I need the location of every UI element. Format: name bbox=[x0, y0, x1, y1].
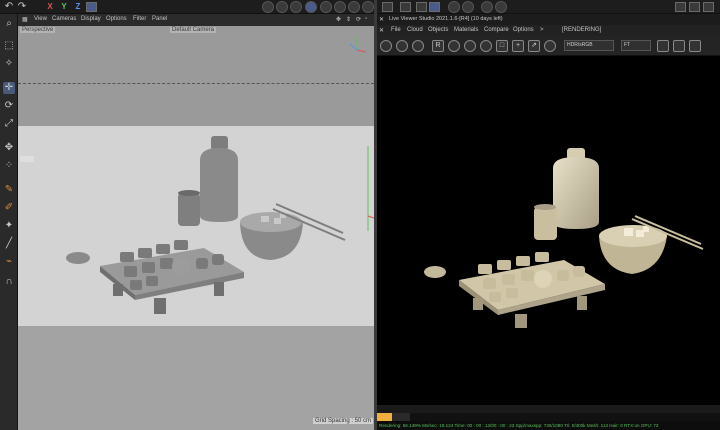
render-preview-thumbnail bbox=[392, 413, 410, 421]
move-view-icon[interactable]: ✥ bbox=[336, 16, 341, 23]
layout-extra-icon[interactable] bbox=[703, 2, 714, 12]
subdivision-icon[interactable] bbox=[348, 1, 360, 13]
render-progress-track bbox=[377, 413, 720, 421]
region-select-icon[interactable] bbox=[429, 2, 440, 12]
playback-icon[interactable] bbox=[462, 1, 474, 13]
select-icon[interactable]: ⬚ bbox=[3, 40, 15, 52]
live-viewer-title: Live Viewer Studio 2021.1.6-[R4] (10 day… bbox=[389, 16, 503, 22]
anchor-icon[interactable] bbox=[495, 1, 507, 13]
camera-icon[interactable] bbox=[657, 40, 669, 52]
lv-menu-materials[interactable]: Materials bbox=[454, 27, 478, 33]
undo-icon[interactable]: ↶ bbox=[3, 1, 15, 13]
crop-icon[interactable] bbox=[416, 2, 427, 12]
menu-view[interactable]: View bbox=[34, 16, 47, 22]
axis-z-toggle[interactable]: Z bbox=[72, 2, 84, 12]
export-icon[interactable]: ⇗ bbox=[528, 40, 540, 52]
live-viewer-titlebar: ✕ Live Viewer Studio 2021.1.6-[R4] (10 d… bbox=[377, 14, 720, 25]
top-toolbar: ↶ ↷ X Y Z bbox=[0, 0, 720, 14]
perspective-viewport[interactable]: Perspective Default Camera Grid Spacing … bbox=[18, 26, 374, 430]
rotate-tool-icon[interactable]: ⟳ bbox=[3, 100, 15, 112]
knife-tool-icon[interactable]: ⌁ bbox=[3, 256, 15, 268]
zoom-view-icon[interactable]: ⇕ bbox=[346, 16, 351, 23]
stop-icon[interactable] bbox=[481, 1, 493, 13]
color-space-select[interactable]: HDR/sRGB bbox=[564, 40, 614, 51]
cube-object-icon[interactable] bbox=[320, 1, 332, 13]
live-viewer-statusbar: Rendering: 56.149% Ms/sec: 18.124 Time: … bbox=[377, 405, 720, 430]
rendered-scene bbox=[424, 148, 704, 328]
pick-white-balance-icon[interactable]: □ bbox=[496, 40, 508, 52]
world-axis-icon bbox=[367, 146, 374, 231]
coordinate-system-icon[interactable] bbox=[86, 2, 97, 12]
lv-menu-options[interactable]: Options bbox=[513, 27, 534, 33]
left-tool-palette: ⌕ ⬚ ✧ ✛ ⟳ ⤢ ✥ ⁘ ✎ ✐ ✦ ╱ ⌁ ∩ bbox=[0, 14, 18, 430]
axis-y-toggle[interactable]: Y bbox=[58, 2, 70, 12]
render-settings-icon[interactable] bbox=[305, 1, 317, 13]
clear-render-icon[interactable] bbox=[380, 40, 392, 52]
menu-panel[interactable]: Panel bbox=[152, 16, 167, 22]
lv-menu-objects[interactable]: Objects bbox=[428, 27, 448, 33]
lv-menu-file[interactable]: File bbox=[391, 27, 401, 33]
menu-options[interactable]: Options bbox=[106, 16, 127, 22]
lv-menu-more[interactable]: > bbox=[540, 27, 544, 33]
layout-icon[interactable] bbox=[675, 2, 686, 12]
menu-filter[interactable]: Filter bbox=[133, 16, 146, 22]
record-icon[interactable] bbox=[448, 1, 460, 13]
render-region-icon[interactable] bbox=[262, 1, 274, 13]
viewport-layout-icon[interactable]: ▦ bbox=[22, 16, 28, 23]
brush-icon[interactable]: ╱ bbox=[3, 238, 15, 250]
render-stats: Rendering: 56.149% Ms/sec: 18.124 Time: … bbox=[377, 421, 720, 430]
snapshot-icon[interactable] bbox=[673, 40, 685, 52]
pick-focus-icon[interactable] bbox=[480, 40, 492, 52]
rotate-view-icon[interactable]: ⟳ bbox=[356, 16, 361, 23]
compare-icon[interactable] bbox=[689, 40, 701, 52]
live-viewer-menubar: ✕ File Cloud Objects Materials Compare O… bbox=[377, 25, 720, 36]
render-state-label: [RENDERING] bbox=[562, 27, 602, 33]
light-icon[interactable] bbox=[362, 1, 374, 13]
pick-material-icon[interactable] bbox=[448, 40, 460, 52]
spline-pen-icon[interactable]: ✎ bbox=[3, 184, 15, 196]
move-tool-icon[interactable]: ✛ bbox=[3, 82, 15, 94]
move-icon[interactable] bbox=[400, 2, 411, 12]
layout-alt-icon[interactable] bbox=[689, 2, 700, 12]
maximize-view-icon[interactable]: ▫ bbox=[365, 16, 367, 22]
lv-menu-compare[interactable]: Compare bbox=[484, 27, 509, 33]
live-viewer-toolbar: R □ + ⇗ HDR/sRGB FT bbox=[377, 36, 720, 56]
render-view-icon[interactable] bbox=[276, 1, 288, 13]
snap-tool-icon[interactable]: ⁘ bbox=[3, 160, 15, 172]
live-select-icon[interactable]: ✧ bbox=[3, 58, 15, 70]
settings-icon[interactable] bbox=[544, 40, 556, 52]
redo-icon[interactable]: ↷ bbox=[16, 1, 28, 13]
magnet-tool-icon[interactable]: ∩ bbox=[3, 276, 15, 288]
close-icon[interactable]: ✕ bbox=[379, 16, 384, 23]
render-progress-bar bbox=[377, 413, 393, 421]
add-material-icon[interactable]: + bbox=[512, 40, 524, 52]
restart-render-icon[interactable] bbox=[396, 40, 408, 52]
search-icon[interactable]: ⌕ bbox=[3, 18, 15, 30]
grid-spacing-label: Grid Spacing : 50 cm bbox=[313, 418, 374, 424]
app-window: ↶ ↷ X Y Z ⌕ ⬚ ✧ ✛ ⟳ ⤢ ✥ ⁘ ✎ ✐ ✦ ╱ ⌁ ∩ ▦ … bbox=[0, 0, 720, 430]
region-render-icon[interactable]: R bbox=[432, 40, 444, 52]
menu-display[interactable]: Display bbox=[81, 16, 101, 22]
pick-object-icon[interactable] bbox=[464, 40, 476, 52]
paint-tool-icon[interactable]: ✐ bbox=[3, 202, 15, 214]
axis-tool-icon[interactable]: ✥ bbox=[3, 142, 15, 154]
lv-menu-cloud[interactable]: Cloud bbox=[407, 27, 423, 33]
sculpt-tool-icon[interactable]: ✦ bbox=[3, 220, 15, 232]
grid-icon[interactable] bbox=[382, 2, 393, 12]
axis-x-toggle[interactable]: X bbox=[44, 2, 56, 12]
lock-render-icon[interactable] bbox=[412, 40, 424, 52]
menu-cameras[interactable]: Cameras bbox=[52, 16, 76, 22]
live-viewer-render[interactable] bbox=[377, 56, 720, 405]
pen-tool-icon[interactable] bbox=[334, 1, 346, 13]
menu-close-icon[interactable]: ✕ bbox=[379, 27, 384, 34]
scale-tool-icon[interactable]: ⤢ bbox=[3, 118, 15, 130]
render-picture-icon[interactable] bbox=[290, 1, 302, 13]
tone-select[interactable]: FT bbox=[621, 40, 651, 51]
viewport-scene bbox=[66, 136, 346, 314]
viewport-menubar: ▦ View Cameras Display Options Filter Pa… bbox=[18, 14, 374, 26]
